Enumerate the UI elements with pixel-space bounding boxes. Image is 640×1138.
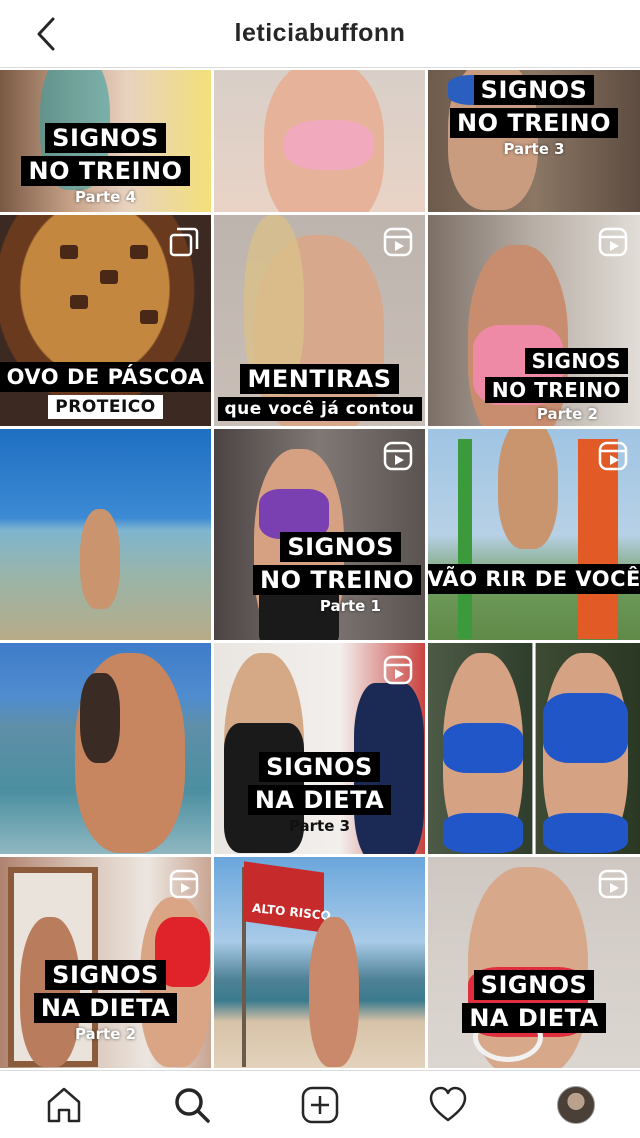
post-thumbnail[interactable]: SIGNOS NO TREINO Parte 4: [0, 70, 211, 212]
post-thumbnail[interactable]: [0, 429, 211, 640]
nav-new-post[interactable]: [290, 1075, 350, 1135]
reels-icon: [383, 227, 413, 257]
reels-icon: [169, 869, 199, 899]
post-thumbnail[interactable]: ALTO RISCO: [214, 857, 425, 1068]
reels-icon: [383, 655, 413, 685]
chevron-left-icon: [37, 17, 55, 51]
post-part-label: Parte 3: [288, 817, 351, 835]
post-caption-line: NO TREINO: [252, 565, 421, 595]
post-caption-line: NA DIETA: [462, 1003, 606, 1033]
post-thumbnail[interactable]: [0, 643, 211, 854]
top-bar: leticiabuffonn: [0, 0, 640, 68]
profile-avatar: [557, 1085, 595, 1124]
posts-grid: SIGNOS NO TREINO Parte 4 SIGNOS NO TREIN…: [0, 70, 640, 1068]
back-button[interactable]: [28, 16, 64, 52]
post-part-label: Parte 2: [74, 1025, 137, 1043]
post-part-label: Parte 3: [503, 140, 565, 158]
post-thumbnail[interactable]: VÃO RIR DE VOCÊ: [428, 429, 640, 640]
nav-search[interactable]: [162, 1075, 222, 1135]
post-caption-line: NO TREINO: [21, 156, 190, 186]
new-post-icon: [301, 1086, 339, 1123]
post-caption-line: OVO DE PÁSCOA: [0, 362, 211, 392]
post-thumbnail[interactable]: SIGNOS NO TREINO Parte 2: [428, 215, 640, 426]
post-part-label: Parte 1: [319, 597, 381, 615]
bottom-navigation: [0, 1070, 640, 1138]
post-thumbnail[interactable]: SIGNOS NA DIETA: [428, 857, 640, 1068]
post-thumbnail[interactable]: [214, 70, 425, 212]
post-caption-line: SIGNOS: [45, 123, 166, 153]
post-caption-line: SIGNOS: [473, 75, 595, 105]
post-thumbnail[interactable]: [428, 643, 640, 854]
post-caption-line: SIGNOS: [259, 752, 380, 782]
home-icon: [47, 1087, 81, 1122]
nav-activity[interactable]: [418, 1075, 478, 1135]
search-icon: [175, 1087, 210, 1123]
post-caption-line: SIGNOS: [45, 960, 166, 990]
reels-icon: [598, 441, 628, 471]
post-thumbnail[interactable]: SIGNOS NO TREINO Parte 3: [428, 70, 640, 212]
nav-profile[interactable]: [546, 1075, 606, 1135]
reels-icon: [598, 227, 628, 257]
reels-icon: [598, 869, 628, 899]
post-part-label: Parte 4: [74, 188, 137, 206]
post-caption-line: NA DIETA: [33, 993, 178, 1023]
post-caption-line: NO TREINO: [484, 377, 628, 403]
post-caption-line: MENTIRAS: [240, 364, 399, 394]
carousel-icon: [169, 227, 199, 257]
post-caption-line: NA DIETA: [247, 785, 392, 815]
post-thumbnail[interactable]: SIGNOS NA DIETA Parte 3: [214, 643, 425, 854]
post-caption-line: SIGNOS: [524, 348, 628, 374]
post-caption-line: SIGNOS: [473, 970, 595, 1000]
profile-username-title: leticiabuffonn: [234, 19, 406, 47]
post-caption-line: NO TREINO: [449, 108, 618, 138]
post-part-label: Parte 2: [536, 405, 598, 423]
activity-heart-icon: [429, 1086, 467, 1121]
post-caption-line: SIGNOS: [280, 532, 401, 562]
post-caption-line: VÃO RIR DE VOCÊ: [428, 564, 640, 594]
post-caption-subline: que você já contou: [217, 397, 422, 421]
post-thumbnail[interactable]: MENTIRAS que você já contou: [214, 215, 425, 426]
post-thumbnail[interactable]: SIGNOS NA DIETA Parte 2: [0, 857, 211, 1068]
post-thumbnail[interactable]: SIGNOS NO TREINO Parte 1: [214, 429, 425, 640]
reels-icon: [383, 441, 413, 471]
post-thumbnail[interactable]: OVO DE PÁSCOA PROTEICO: [0, 215, 211, 426]
nav-home[interactable]: [34, 1075, 94, 1135]
post-caption-subline: PROTEICO: [48, 395, 163, 419]
